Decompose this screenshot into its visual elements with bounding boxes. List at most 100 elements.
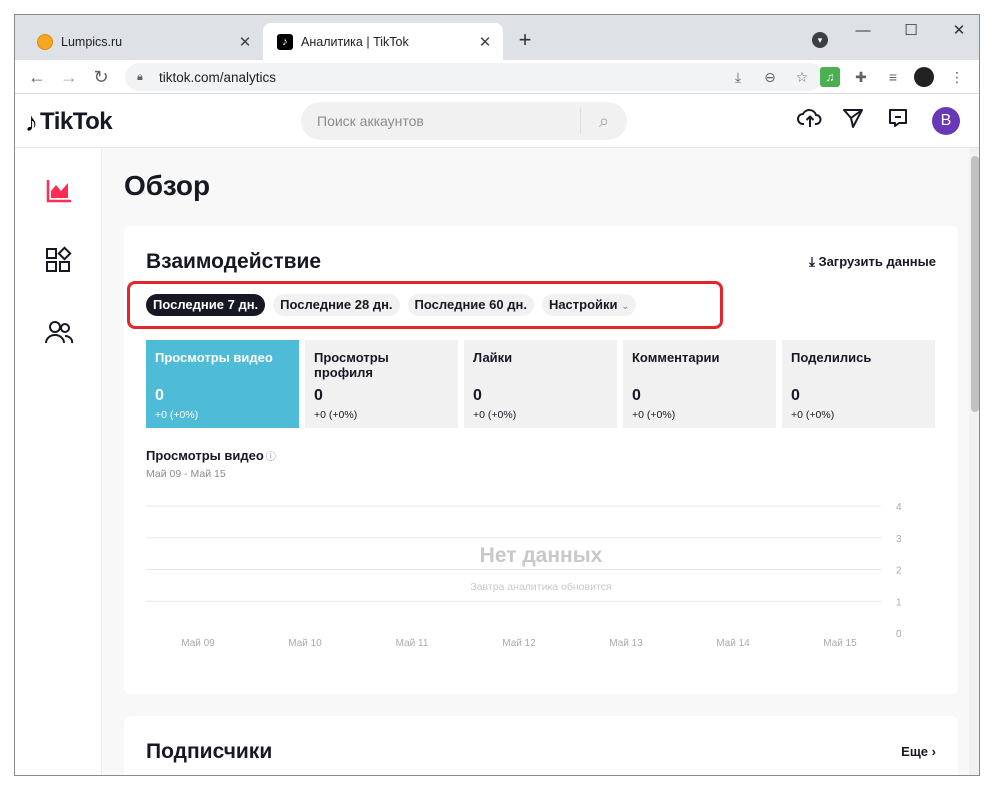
metric-comments[interactable]: Комментарии 0 +0 (+0%) xyxy=(623,340,776,428)
main-content: Обзор Взаимодействие ⤓ Загрузить данные … xyxy=(102,148,969,775)
search-input[interactable] xyxy=(301,113,580,129)
analytics-chart-icon[interactable] xyxy=(43,174,75,206)
x-tick-label: Май 14 xyxy=(716,638,750,649)
chart-date-range: Май 09 - Май 15 xyxy=(146,468,226,480)
settings-dropdown[interactable]: Настройки ⌄ xyxy=(541,294,637,316)
url-text[interactable]: tiktok.com/analytics xyxy=(159,70,727,85)
back-icon[interactable]: ← xyxy=(25,65,49,89)
tab-title: Аналитика | TikTok xyxy=(301,34,409,49)
more-button[interactable]: Еще › xyxy=(901,744,936,759)
minimize-icon[interactable]: — xyxy=(849,21,877,41)
music-extension-icon[interactable]: ♫ xyxy=(820,67,840,87)
period-60-days[interactable]: Последние 60 дн. xyxy=(407,294,534,316)
media-control-icon[interactable]: ≡ xyxy=(883,67,903,87)
chart-title-text: Просмотры видео xyxy=(146,448,264,463)
install-app-icon[interactable]: ⤓ xyxy=(727,69,749,86)
y-tick-label: 4 xyxy=(896,502,902,513)
tiktok-note-icon: ♪ xyxy=(25,106,38,137)
metric-video-views[interactable]: Просмотры видео 0 +0 (+0%) xyxy=(146,340,299,428)
followers-card: Подписчики Еще › xyxy=(124,716,958,775)
close-window-icon[interactable]: ✕ xyxy=(945,21,973,41)
page-scrollbar[interactable] xyxy=(969,148,979,775)
lumpics-favicon-icon xyxy=(37,33,53,50)
close-tab-icon[interactable]: ✕ xyxy=(235,33,255,51)
sidebar xyxy=(15,148,102,775)
metric-delta: +0 (+0%) xyxy=(473,409,517,421)
more-label: Еще xyxy=(901,744,929,759)
metric-label: Комментарии xyxy=(632,350,720,365)
lock-icon: 🔒︎ xyxy=(137,70,143,83)
metric-likes[interactable]: Лайки 0 +0 (+0%) xyxy=(464,340,617,428)
browser-profile-avatar[interactable] xyxy=(914,67,934,87)
address-bar[interactable]: 🔒︎ tiktok.com/analytics ⤓ ⊖ ☆ xyxy=(125,63,823,91)
metric-value: 0 xyxy=(155,387,164,404)
metric-label: Просмотры видео xyxy=(155,350,273,365)
followers-title: Подписчики xyxy=(146,740,273,763)
user-avatar[interactable]: B xyxy=(932,107,960,135)
download-label: Загрузить данные xyxy=(818,254,936,269)
chevron-down-icon: ⌄ xyxy=(621,301,630,311)
tab-lumpics[interactable]: Lumpics.ru ✕ xyxy=(23,23,263,60)
info-icon[interactable]: ⓘ xyxy=(266,452,276,463)
metric-label: Поделились xyxy=(791,350,872,365)
download-data-button[interactable]: ⤓ Загрузить данные xyxy=(809,254,936,270)
y-tick-label: 3 xyxy=(896,534,902,545)
forward-icon[interactable]: → xyxy=(57,65,81,89)
metric-value: 0 xyxy=(314,387,323,404)
x-tick-label: Май 09 xyxy=(181,638,215,649)
y-tick-label: 0 xyxy=(896,629,902,640)
inbox-send-icon[interactable] xyxy=(839,107,867,135)
maximize-icon[interactable]: ☐ xyxy=(897,21,925,41)
metric-delta: +0 (+0%) xyxy=(632,409,676,421)
scrollbar-thumb[interactable] xyxy=(971,156,979,412)
browser-menu-icon[interactable]: ⋮ xyxy=(947,67,967,87)
page-title: Обзор xyxy=(124,170,211,201)
chevron-right-icon: › xyxy=(931,744,936,759)
metric-value: 0 xyxy=(473,387,482,404)
metric-profile-views[interactable]: Просмотры профиля 0 +0 (+0%) xyxy=(305,340,458,428)
bookmark-star-icon[interactable]: ☆ xyxy=(791,69,813,86)
tiktok-favicon-icon: ♪ xyxy=(277,33,293,50)
metric-delta: +0 (+0%) xyxy=(791,409,835,421)
period-7-days[interactable]: Последние 7 дн. xyxy=(146,294,266,316)
extensions-puzzle-icon[interactable]: ✚ xyxy=(851,67,871,87)
browser-toolbar: ← → ↻ 🔒︎ tiktok.com/analytics ⤓ ⊖ ☆ ♫ ✚ … xyxy=(15,60,979,94)
messages-icon[interactable] xyxy=(884,107,912,135)
x-tick-label: Май 11 xyxy=(396,638,429,649)
search-icon[interactable]: ⌕ xyxy=(581,111,627,132)
reload-icon[interactable]: ↻ xyxy=(89,65,113,89)
followers-people-icon[interactable] xyxy=(43,316,75,348)
site-header: ♪ TikTok ⌕ B xyxy=(15,95,979,148)
x-tick-label: Май 15 xyxy=(823,638,857,649)
metric-label: Лайки xyxy=(473,350,513,365)
engagement-title: Взаимодействие xyxy=(146,250,322,273)
tiktok-logo[interactable]: ♪ TikTok xyxy=(25,106,113,137)
settings-label: Настройки xyxy=(548,297,618,312)
new-tab-button[interactable]: + xyxy=(513,29,537,53)
tab-strip: Lumpics.ru ✕ ♪ Аналитика | TikTok ✕ + ▾ … xyxy=(15,15,979,60)
y-tick-label: 1 xyxy=(896,597,902,608)
logo-text: TikTok xyxy=(40,108,113,135)
metric-shares[interactable]: Поделились 0 +0 (+0%) xyxy=(782,340,935,428)
engagement-card: Взаимодействие ⤓ Загрузить данные Послед… xyxy=(124,226,958,694)
period-28-days[interactable]: Последние 28 дн. xyxy=(273,294,400,316)
upload-cloud-icon[interactable] xyxy=(796,107,824,135)
no-data-title: Нет данных xyxy=(480,544,603,567)
tiktok-page: ♪ TikTok ⌕ B xyxy=(15,95,979,775)
metric-value: 0 xyxy=(632,387,641,404)
zoom-icon[interactable]: ⊖ xyxy=(759,69,781,86)
tab-tiktok-analytics[interactable]: ♪ Аналитика | TikTok ✕ xyxy=(263,23,503,60)
content-grid-icon[interactable] xyxy=(43,244,75,276)
tab-search-icon[interactable]: ▾ xyxy=(812,32,828,48)
metric-value: 0 xyxy=(791,387,800,404)
x-tick-label: Май 10 xyxy=(288,638,322,649)
no-data-subtitle: Завтра аналитика обновится xyxy=(470,581,611,593)
search-box: ⌕ xyxy=(301,102,627,140)
close-tab-icon[interactable]: ✕ xyxy=(475,33,495,51)
x-tick-label: Май 13 xyxy=(609,638,643,649)
tab-title: Lumpics.ru xyxy=(61,34,123,49)
metrics-row: Просмотры видео 0 +0 (+0%) Просмотры про… xyxy=(146,340,935,428)
metric-delta: +0 (+0%) xyxy=(155,409,199,421)
browser-window: Lumpics.ru ✕ ♪ Аналитика | TikTok ✕ + ▾ … xyxy=(14,14,980,776)
y-tick-label: 2 xyxy=(896,566,902,577)
